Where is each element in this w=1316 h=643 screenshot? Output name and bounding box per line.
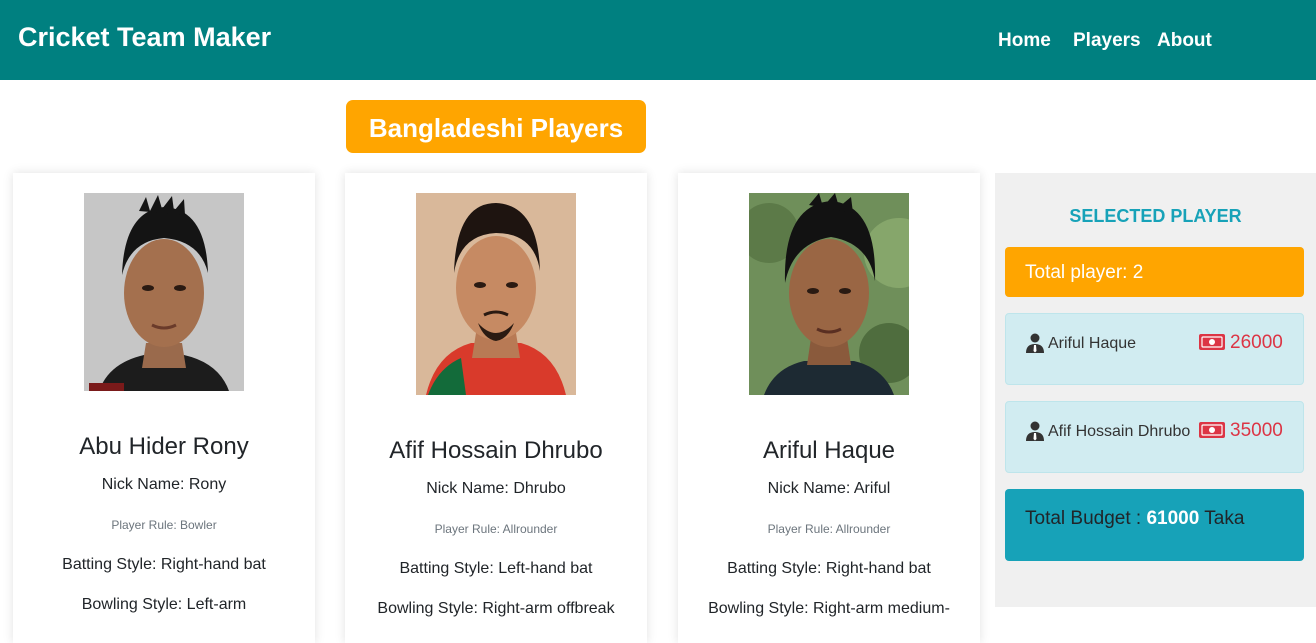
total-budget: Total Budget : 61000 Taka — [1005, 489, 1304, 561]
selected-player-name: Ariful Haque — [1048, 335, 1137, 352]
selected-player-item[interactable]: Afif Hossain Dhrubo 35000 — [1005, 401, 1304, 473]
user-icon — [1026, 421, 1044, 441]
player-card[interactable]: Abu Hider Rony Nick Name: Rony Player Ru… — [13, 173, 315, 643]
player-card[interactable]: Afif Hossain Dhrubo Nick Name: Dhrubo Pl… — [345, 173, 647, 643]
player-role: Player Rule: Allrounder — [434, 522, 558, 536]
budget-value: 61000 — [1146, 508, 1200, 529]
nav-link-home[interactable]: Home — [998, 30, 1051, 52]
player-batting-style: Batting Style: Left-hand bat — [399, 560, 593, 577]
player-photo — [84, 193, 244, 391]
selected-player-panel: SELECTED PLAYER Total player: 2 Ariful H… — [995, 173, 1316, 607]
nav-link-players[interactable]: Players — [1073, 30, 1141, 52]
player-nickname: Nick Name: Ariful — [767, 480, 891, 497]
player-bowling-style: Bowling Style: Left-arm — [81, 596, 247, 613]
player-bowling-style: Bowling Style: Right-arm offbreak — [377, 600, 615, 617]
player-photo — [749, 193, 909, 395]
player-photo — [416, 193, 576, 395]
budget-prefix: Total Budget : — [1025, 508, 1142, 529]
player-name: Ariful Haque — [762, 437, 896, 464]
player-batting-style: Batting Style: Right-hand bat — [727, 560, 931, 577]
brand-link[interactable]: Cricket Team Maker — [18, 22, 271, 53]
player-role: Player Rule: Allrounder — [767, 522, 891, 536]
selected-player-name: Afif Hossain Dhrubo — [1048, 423, 1191, 440]
section-heading: Bangladeshi Players — [346, 100, 646, 153]
selected-player-price: 26000 — [1230, 332, 1283, 353]
selected-player-item[interactable]: Ariful Haque 26000 — [1005, 313, 1304, 385]
navbar: Cricket Team Maker Home Players About — [0, 0, 1316, 80]
total-player-badge: Total player: 2 — [1005, 247, 1304, 297]
player-name: Abu Hider Rony — [79, 433, 249, 460]
player-nickname: Nick Name: Rony — [101, 476, 227, 493]
player-nickname: Nick Name: Dhrubo — [426, 480, 566, 497]
nav-link-about[interactable]: About — [1157, 30, 1212, 52]
budget-suffix: Taka — [1204, 508, 1245, 529]
user-icon — [1026, 333, 1044, 353]
panel-title: SELECTED PLAYER — [1069, 206, 1242, 226]
player-role: Player Rule: Bowler — [111, 518, 217, 532]
money-icon — [1199, 422, 1225, 438]
money-icon — [1199, 334, 1225, 350]
selected-player-price: 35000 — [1230, 420, 1283, 441]
player-name: Afif Hossain Dhrubo — [389, 437, 603, 464]
player-card[interactable]: Ariful Haque Nick Name: Ariful Player Ru… — [678, 173, 980, 643]
player-bowling-style: Bowling Style: Right-arm medium- — [708, 600, 950, 617]
player-batting-style: Batting Style: Right-hand bat — [62, 556, 266, 573]
